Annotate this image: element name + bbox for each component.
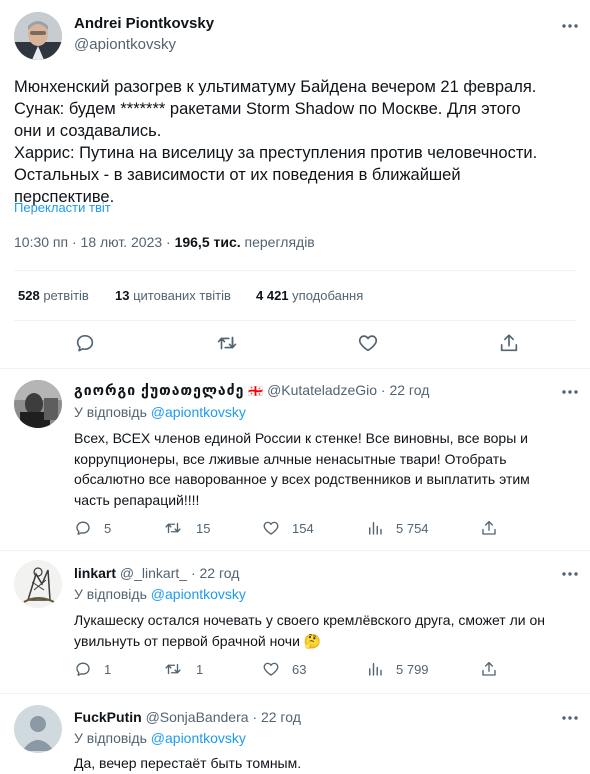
reply-icon[interactable] (74, 332, 96, 354)
author-name[interactable]: Andrei Piontkovsky (74, 15, 214, 32)
divider (0, 693, 590, 694)
translate-tweet-link[interactable]: Перекласти твіт (14, 200, 111, 215)
reply-to-link[interactable]: @apiontkovsky (151, 404, 246, 420)
reply-header: linkart @_linkart_ · 22 год (74, 565, 239, 581)
flag-emoji: 🇬🇪 (248, 384, 264, 398)
quotes-label: цитованих твітів (129, 288, 231, 303)
reply-context: У відповідь @apiontkovsky (74, 404, 246, 420)
tweet-text-line: Остальных - в зависимости от их поведени… (14, 166, 461, 184)
divider (0, 550, 590, 551)
reply-text-line: Да, вечер перестаёт быть томным. (74, 755, 302, 771)
like-count: 154 (292, 521, 314, 536)
reply-text-line: обсалютно все наворованное у всех родств… (74, 471, 530, 487)
reply-count: 5 (104, 521, 112, 536)
reply-time[interactable]: · 22 год (191, 565, 239, 581)
likes-stat[interactable]: 4 421 уподобання (256, 288, 363, 303)
retweet-icon[interactable] (164, 660, 182, 678)
retweets-count: 528 (18, 288, 40, 303)
like-count: 63 (292, 662, 307, 677)
retweet-count: 1 (196, 662, 204, 677)
reply-author-handle[interactable]: @KutateladzeGio (267, 382, 377, 398)
reply-text-line: коррупционеры, все лживые алчные ненасыт… (74, 450, 507, 467)
tweet-text-line: они и создавались. (14, 122, 162, 140)
reply-prefix: У відповідь (74, 730, 151, 746)
retweet-count: 15 (196, 521, 211, 536)
divider (0, 368, 590, 369)
views-count: 5 799 (396, 662, 429, 677)
reply-avatar[interactable] (14, 560, 62, 608)
tweet-text-line: Сунак: будем ******* ракетами Storm Shad… (14, 100, 521, 118)
tweet-text-line: Харрис: Путина на виселицу за преступлен… (14, 144, 538, 162)
likes-label: уподобання (288, 288, 364, 303)
reply-icon[interactable] (74, 519, 92, 537)
retweets-label: ретвітів (39, 288, 89, 303)
retweets-stat[interactable]: 528 ретвітів (18, 288, 89, 303)
retweet-icon[interactable] (216, 332, 238, 354)
more-options-icon[interactable] (560, 16, 580, 36)
share-icon[interactable] (480, 660, 498, 678)
reply-to-link[interactable]: @apiontkovsky (151, 730, 246, 746)
share-icon[interactable] (498, 332, 520, 354)
more-options-icon[interactable] (560, 564, 580, 584)
tweet-stats: 528 ретвітів (18, 288, 89, 303)
reply-text-line: Всех, ВСЕХ членов единой России к стенке… (74, 430, 528, 446)
reply-author-handle[interactable]: @_linkart_ (120, 565, 187, 581)
reply-header: გიორგი ქუთათელაძე 🇬🇪 @KutateladzeGio · 2… (74, 382, 429, 399)
heart-icon[interactable] (357, 332, 379, 354)
reply-prefix: У відповідь (74, 586, 151, 602)
reply-text-line: Лукашеску остался ночевать у своего крем… (74, 612, 545, 628)
retweet-icon[interactable] (164, 519, 182, 537)
reply-text: Лукашеску остался ночевать у своего крем… (74, 610, 545, 651)
reply-text-line: часть репараций!!!! (74, 491, 200, 508)
views-count: 5 754 (396, 521, 429, 536)
quotes-count: 13 (115, 288, 130, 303)
reply-time[interactable]: · 22 год (381, 382, 429, 398)
views-label: переглядів (240, 234, 315, 250)
more-options-icon[interactable] (560, 708, 580, 728)
author-handle[interactable]: @apiontkovsky (74, 36, 176, 53)
reply-prefix: У відповідь (74, 404, 151, 420)
reply-avatar[interactable] (14, 705, 62, 753)
tweet-text: Мюнхенский разогрев к ультиматуму Байден… (14, 76, 537, 208)
reply-context: У відповідь @apiontkovsky (74, 586, 246, 602)
divider (14, 320, 576, 321)
views-chart-icon[interactable] (366, 519, 384, 537)
author-avatar[interactable] (14, 12, 62, 60)
likes-count: 4 421 (256, 288, 289, 303)
reply-time[interactable]: · 22 год (252, 709, 300, 725)
reply-count: 1 (104, 662, 112, 677)
tweet-time[interactable]: 10:30 пп · 18 лют. 2023 · (14, 234, 175, 250)
divider (14, 270, 576, 271)
reply-author-name[interactable]: linkart (74, 565, 116, 581)
more-options-icon[interactable] (560, 382, 580, 402)
reply-header: FuckPutin @SonjaBandera · 22 год (74, 709, 301, 725)
reply-author-handle[interactable]: @SonjaBandera (146, 709, 249, 725)
reply-author-name[interactable]: გიორგი ქუთათელაძე (74, 382, 244, 398)
views-count: 196,5 тис. (174, 234, 241, 250)
reply-text-line: увильнуть от первой брачной ночи 🤔 (74, 632, 322, 649)
reply-author-name[interactable]: FuckPutin (74, 709, 142, 725)
reply-text: Всех, ВСЕХ членов единой России к стенке… (74, 428, 530, 510)
heart-icon[interactable] (262, 660, 280, 678)
reply-avatar[interactable] (14, 380, 62, 428)
heart-icon[interactable] (262, 519, 280, 537)
reply-text: Да, вечер перестаёт быть томным. (74, 753, 301, 773)
tweet-timestamp[interactable]: 10:30 пп · 18 лют. 2023 · 196,5 тис. пер… (14, 234, 315, 250)
reply-context: У відповідь @apiontkovsky (74, 730, 246, 746)
share-icon[interactable] (480, 519, 498, 537)
reply-to-link[interactable]: @apiontkovsky (151, 586, 246, 602)
reply-icon[interactable] (74, 660, 92, 678)
tweet-text-line: Мюнхенский разогрев к ультиматуму Байден… (14, 78, 537, 96)
views-chart-icon[interactable] (366, 660, 384, 678)
quotes-stat[interactable]: 13 цитованих твітів (115, 288, 231, 303)
